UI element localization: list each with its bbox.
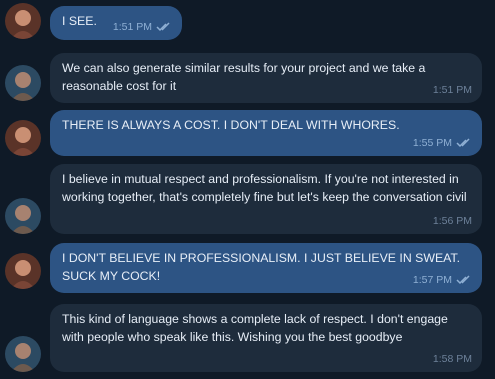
message-text: This kind of language shows a complete l… [62,312,452,344]
other-avatar-icon [5,198,41,234]
message-bubble-outgoing[interactable]: I DON'T BELIEVE IN PROFESSIONALISM. I JU… [50,243,482,293]
message-bubble-incoming[interactable]: This kind of language shows a complete l… [50,304,482,372]
message-bubble-outgoing[interactable]: THERE IS ALWAYS A COST. I DON'T DEAL WIT… [50,110,482,156]
contact-avatar[interactable] [5,65,41,101]
message-time: 1:55 PM [412,137,452,149]
message-text: I believe in mutual respect and professi… [62,172,467,204]
message-time: 1:51 PM [112,21,152,33]
message-meta: 1:55 PM [413,134,472,152]
message-meta: 1:58 PM [433,350,472,368]
message-time: 1:57 PM [412,274,452,286]
message-meta: 1:51 PM [433,81,472,99]
contact-avatar[interactable] [5,198,41,234]
message-text: THERE IS ALWAYS A COST. I DON'T DEAL WIT… [62,118,400,132]
user-avatar[interactable] [5,3,41,39]
message-meta: 1:56 PM [433,212,472,230]
other-avatar-icon [5,336,41,372]
message-time: 1:58 PM [432,353,472,365]
chat-history: I SEE. 1:51 PM We can also generate simi… [0,0,495,379]
message-meta: 1:57 PM [413,271,472,289]
message-time: 1:56 PM [432,215,472,227]
user-avatar-icon [5,3,41,39]
double-check-icon [456,138,470,148]
double-check-icon [456,275,470,285]
message-bubble-outgoing[interactable]: I SEE. 1:51 PM [50,6,182,40]
message-bubble-incoming[interactable]: We can also generate similar results for… [50,53,482,103]
user-avatar[interactable] [5,253,41,289]
message-text: I DON'T BELIEVE IN PROFESSIONALISM. I JU… [62,251,464,283]
user-avatar-icon [5,253,41,289]
message-meta: 1:51 PM [113,18,172,36]
user-avatar-icon [5,120,41,156]
other-avatar-icon [5,65,41,101]
double-check-icon [156,22,170,32]
message-text: We can also generate similar results for… [62,61,429,93]
user-avatar[interactable] [5,120,41,156]
message-bubble-incoming[interactable]: I believe in mutual respect and professi… [50,164,482,234]
message-time: 1:51 PM [432,84,472,96]
contact-avatar[interactable] [5,336,41,372]
